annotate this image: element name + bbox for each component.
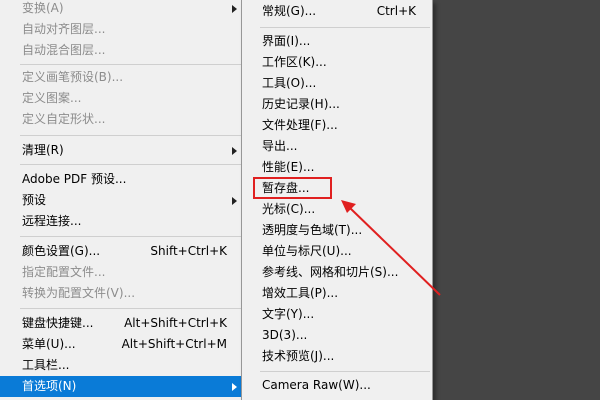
prefs-item-technology-previews[interactable]: 技术预览(J)... xyxy=(242,346,432,367)
menu-separator xyxy=(20,164,241,165)
menu-separator xyxy=(260,371,430,372)
menu-item-label: 光标(C)... xyxy=(262,202,316,216)
prefs-item-plugins[interactable]: 增效工具(P)... xyxy=(242,283,432,304)
menu-item-label: 颜色设置(G)... xyxy=(22,244,101,258)
menu-item-shortcut: Ctrl+K xyxy=(376,4,416,18)
menu-item-label: 文字(Y)... xyxy=(262,307,315,321)
menu-separator xyxy=(20,236,241,237)
menu-item-toolbar[interactable]: 工具栏... xyxy=(0,355,243,376)
edit-menu: 变换(A) 自动对齐图层... 自动混合图层... 定义画笔预设(B)... 定… xyxy=(0,0,244,400)
menu-item-adobe-pdf-presets[interactable]: Adobe PDF 预设... xyxy=(0,169,243,190)
prefs-item-camera-raw[interactable]: Camera Raw(W)... xyxy=(242,375,432,396)
menu-item-auto-align-layers[interactable]: 自动对齐图层... xyxy=(0,19,243,40)
prefs-item-3d[interactable]: 3D(3)... xyxy=(242,325,432,346)
menu-item-label: 转换为配置文件(V)... xyxy=(22,286,136,300)
menu-item-label: 单位与标尺(U)... xyxy=(262,244,352,258)
menu-item-label: 性能(E)... xyxy=(262,160,315,174)
prefs-item-export[interactable]: 导出... xyxy=(242,136,432,157)
menu-item-purge[interactable]: 清理(R) xyxy=(0,140,243,161)
menu-item-label: 清理(R) xyxy=(22,143,64,157)
menu-item-label: 菜单(U)... xyxy=(22,337,76,351)
menu-item-transform[interactable]: 变换(A) xyxy=(0,0,243,19)
prefs-item-performance[interactable]: 性能(E)... xyxy=(242,157,432,178)
menu-item-label: 文件处理(F)... xyxy=(262,118,338,132)
prefs-item-guides-grid-slices[interactable]: 参考线、网格和切片(S)... xyxy=(242,262,432,283)
menu-item-label: Adobe PDF 预设... xyxy=(22,172,127,186)
menu-item-remote-connections[interactable]: 远程连接... xyxy=(0,211,243,232)
menu-item-presets[interactable]: 预设 xyxy=(0,190,243,211)
menu-item-label: 远程连接... xyxy=(22,214,82,228)
menu-item-label: 键盘快捷键... xyxy=(22,316,94,330)
prefs-item-history-log[interactable]: 历史记录(H)... xyxy=(242,94,432,115)
prefs-item-cursors[interactable]: 光标(C)... xyxy=(242,199,432,220)
menu-item-label: 界面(I)... xyxy=(262,34,311,48)
menu-item-label: 指定配置文件... xyxy=(22,265,106,279)
menu-item-label: 工具(O)... xyxy=(262,76,317,90)
menu-item-label: 定义图案... xyxy=(22,91,82,105)
menu-item-auto-blend-layers[interactable]: 自动混合图层... xyxy=(0,40,243,61)
menu-item-keyboard-shortcuts[interactable]: 键盘快捷键... Alt+Shift+Ctrl+K xyxy=(0,313,243,334)
menu-item-label: 常规(G)... xyxy=(262,4,317,18)
menu-item-shortcut: Alt+Shift+Ctrl+M xyxy=(121,337,227,351)
submenu-arrow-icon xyxy=(232,197,237,205)
prefs-item-general[interactable]: 常规(G)... Ctrl+K xyxy=(242,1,432,22)
menu-item-convert-to-profile[interactable]: 转换为配置文件(V)... xyxy=(0,283,243,304)
menu-item-label: 增效工具(P)... xyxy=(262,286,339,300)
prefs-item-type[interactable]: 文字(Y)... xyxy=(242,304,432,325)
menu-item-color-settings[interactable]: 颜色设置(G)... Shift+Ctrl+K xyxy=(0,241,243,262)
menu-item-label: 技术预览(J)... xyxy=(262,349,335,363)
menu-item-label: 定义画笔预设(B)... xyxy=(22,70,124,84)
menu-separator xyxy=(260,27,430,28)
menu-item-shortcut: Alt+Shift+Ctrl+K xyxy=(124,316,227,330)
menu-item-label: 3D(3)... xyxy=(262,328,308,342)
preferences-submenu: 常规(G)... Ctrl+K 界面(I)... 工作区(K)... 工具(O)… xyxy=(241,0,433,400)
prefs-item-workspace[interactable]: 工作区(K)... xyxy=(242,52,432,73)
menu-item-define-pattern[interactable]: 定义图案... xyxy=(0,88,243,109)
menu-item-assign-profile[interactable]: 指定配置文件... xyxy=(0,262,243,283)
menu-item-label: 工具栏... xyxy=(22,358,70,372)
prefs-item-file-handling[interactable]: 文件处理(F)... xyxy=(242,115,432,136)
menu-item-define-custom-shape[interactable]: 定义自定形状... xyxy=(0,109,243,130)
submenu-arrow-icon xyxy=(232,383,237,391)
menu-item-shortcut: Shift+Ctrl+K xyxy=(150,244,227,258)
menu-separator xyxy=(20,135,241,136)
menu-item-label: 导出... xyxy=(262,139,298,153)
menu-separator xyxy=(20,308,241,309)
menu-separator xyxy=(20,64,241,65)
menu-item-label: 定义自定形状... xyxy=(22,112,106,126)
prefs-item-tools[interactable]: 工具(O)... xyxy=(242,73,432,94)
submenu-arrow-icon xyxy=(232,5,237,13)
menu-item-label: 自动混合图层... xyxy=(22,43,106,57)
submenu-arrow-icon xyxy=(232,147,237,155)
menu-item-label: 自动对齐图层... xyxy=(22,22,106,36)
menu-item-preferences[interactable]: 首选项(N) xyxy=(0,376,243,397)
menu-item-label: 透明度与色域(T)... xyxy=(262,223,363,237)
prefs-item-transparency-gamut[interactable]: 透明度与色域(T)... xyxy=(242,220,432,241)
menu-item-label: 变换(A) xyxy=(22,1,64,15)
prefs-item-interface[interactable]: 界面(I)... xyxy=(242,31,432,52)
menu-item-label: 参考线、网格和切片(S)... xyxy=(262,265,399,279)
menu-item-label: 工作区(K)... xyxy=(262,55,327,69)
annotation-highlight-box xyxy=(253,177,332,199)
menu-item-menus[interactable]: 菜单(U)... Alt+Shift+Ctrl+M xyxy=(0,334,243,355)
menu-item-label: 历史记录(H)... xyxy=(262,97,340,111)
menu-item-label: Camera Raw(W)... xyxy=(262,378,371,392)
menu-item-define-brush-preset[interactable]: 定义画笔预设(B)... xyxy=(0,67,243,88)
menu-item-label: 首选项(N) xyxy=(22,379,77,393)
prefs-item-units-rulers[interactable]: 单位与标尺(U)... xyxy=(242,241,432,262)
menu-item-label: 预设 xyxy=(22,193,47,207)
